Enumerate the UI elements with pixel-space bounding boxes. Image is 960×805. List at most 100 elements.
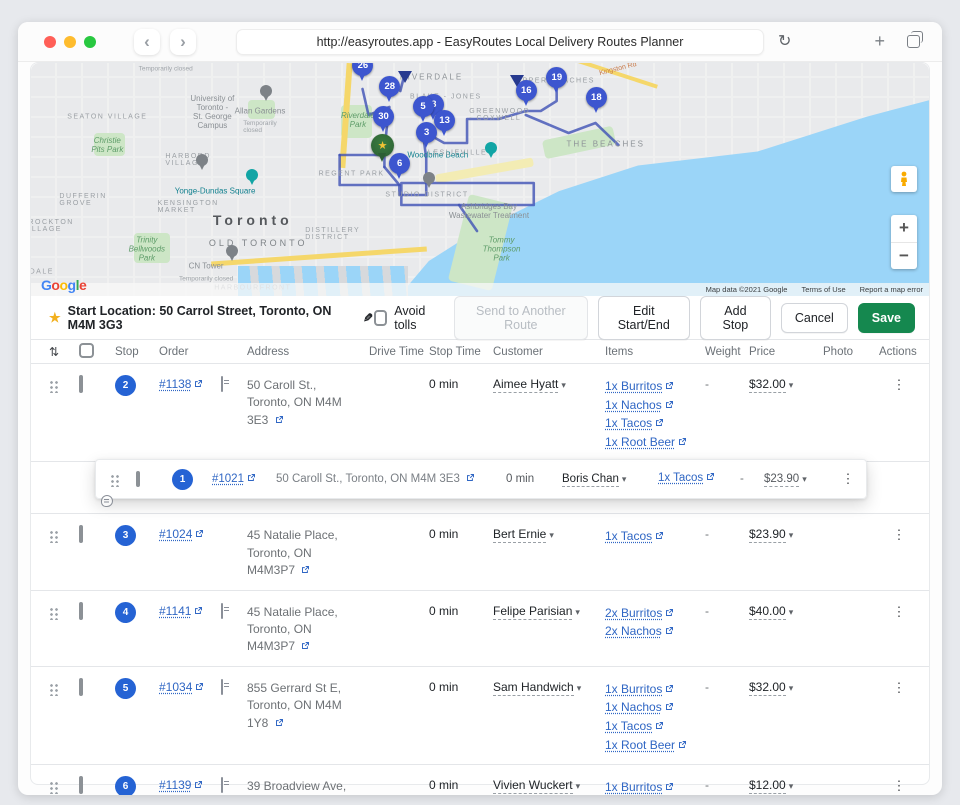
row-checkbox[interactable] <box>79 678 83 696</box>
edit-start-end-button[interactable]: Edit Start/End <box>598 296 690 340</box>
item-link[interactable]: 1x Tacos <box>605 529 652 543</box>
item-link[interactable]: 1x Nachos <box>605 700 662 714</box>
order-link[interactable]: #1139 <box>159 778 191 792</box>
row-checkbox[interactable] <box>136 471 140 487</box>
dragged-stop-row[interactable]: 1 #1021 50 Caroll St., Toronto, ON M4M 3… <box>95 459 867 499</box>
stop-pin-18[interactable]: 18 <box>586 87 607 108</box>
customer-dropdown[interactable]: Bert Ernie <box>493 527 546 543</box>
zoom-in-button[interactable]: + <box>891 215 917 243</box>
row-checkbox[interactable] <box>79 375 83 393</box>
stop-row-3[interactable]: 3 #1024 45 Natalie Place, Toronto, ON M4… <box>31 514 929 590</box>
tab-overview-icon[interactable] <box>907 35 920 48</box>
drag-handle[interactable] <box>49 607 58 620</box>
price-dropdown[interactable]: $23.90 <box>764 473 799 487</box>
price-dropdown[interactable]: $40.00 <box>749 604 786 620</box>
drag-handle[interactable] <box>49 781 58 794</box>
row-actions-kebab-icon[interactable]: ⋮ <box>879 778 919 794</box>
order-link[interactable]: #1024 <box>159 527 192 541</box>
item-link[interactable]: 1x Tacos <box>605 719 652 733</box>
row-actions-kebab-icon[interactable]: ⋮ <box>834 471 862 487</box>
stop-row-5[interactable]: 5 #1034 855 Gerrard St E, Toronto, ON M4… <box>31 667 929 765</box>
item-link[interactable]: 1x Root Beer <box>605 738 675 752</box>
drag-handle[interactable] <box>49 530 58 543</box>
order-link[interactable]: #1138 <box>159 377 191 391</box>
terms-of-use-link[interactable]: Terms of Use <box>801 285 845 294</box>
note-icon[interactable] <box>221 603 223 619</box>
note-icon[interactable] <box>221 376 223 392</box>
zoom-out-button[interactable]: − <box>891 243 917 270</box>
row-checkbox[interactable] <box>79 602 83 620</box>
row-actions-kebab-icon[interactable]: ⋮ <box>879 377 919 393</box>
grab-cursor-icon <box>101 495 113 507</box>
address-map-link[interactable] <box>272 716 284 730</box>
address-map-link[interactable] <box>298 639 310 653</box>
row-checkbox[interactable] <box>79 776 83 794</box>
sort-icon[interactable]: ⇅ <box>49 345 79 359</box>
stop-pin-16[interactable]: 16 <box>516 80 537 101</box>
reload-icon[interactable]: ↻ <box>778 31 791 51</box>
item-link[interactable]: 2x Burritos <box>605 606 662 620</box>
row-actions-kebab-icon[interactable]: ⋮ <box>879 680 919 696</box>
save-button[interactable]: Save <box>858 303 915 333</box>
stop-pin-30[interactable]: 30 <box>373 106 394 127</box>
price-dropdown[interactable]: $23.90 <box>749 527 786 543</box>
item-link[interactable]: 1x Burritos <box>605 682 662 696</box>
drag-handle[interactable] <box>49 683 58 696</box>
minimize-window-button[interactable] <box>64 36 76 48</box>
url-bar[interactable]: http://easyroutes.app - EasyRoutes Local… <box>236 29 764 55</box>
order-link[interactable]: #1021 <box>212 473 244 485</box>
order-link[interactable]: #1141 <box>159 604 191 618</box>
price-dropdown[interactable]: $32.00 <box>749 680 786 696</box>
row-actions-kebab-icon[interactable]: ⋮ <box>879 604 919 620</box>
item-link[interactable]: 1x Tacos <box>658 472 703 484</box>
item-link[interactable]: 1x Tacos <box>605 416 652 430</box>
price-dropdown[interactable]: $32.00 <box>749 377 786 393</box>
map-canvas[interactable]: RIVERDALEBLAKE - JONESUPPER BEACHESKings… <box>31 63 929 296</box>
note-icon[interactable] <box>221 777 223 793</box>
chevron-down-icon: ▾ <box>802 474 807 484</box>
pegman-button[interactable] <box>891 166 917 192</box>
item-link[interactable]: 1x Root Beer <box>605 435 675 449</box>
stop-pin-3[interactable]: 3 <box>416 122 437 143</box>
close-window-button[interactable] <box>44 36 56 48</box>
stop-pin-5[interactable]: 5 <box>413 96 434 117</box>
report-map-error-link[interactable]: Report a map error <box>860 285 923 294</box>
stop-pin-13[interactable]: 13 <box>434 110 455 131</box>
customer-dropdown[interactable]: Aimee Hyatt <box>493 377 558 393</box>
customer-dropdown[interactable]: Vivien Wuckert <box>493 778 573 794</box>
external-link-icon <box>678 740 687 749</box>
row-checkbox[interactable] <box>79 525 83 543</box>
stop-row-4[interactable]: 4 #1141 45 Natalie Place, Toronto, ON M4… <box>31 591 929 667</box>
address-map-link[interactable] <box>298 563 310 577</box>
back-button[interactable]: ‹ <box>134 29 160 55</box>
stop-row-6[interactable]: 6 #1139 39 Broadview Ave, Toronto, ON M3… <box>31 765 929 795</box>
start-location-pin[interactable]: ★ <box>371 134 394 157</box>
map-data-credit: Map data ©2021 Google <box>706 285 788 294</box>
external-link-icon <box>665 702 674 711</box>
send-to-another-route-button[interactable]: Send to Another Route <box>454 296 588 340</box>
new-tab-icon[interactable]: + <box>874 32 885 50</box>
customer-dropdown[interactable]: Boris Chan <box>562 473 619 487</box>
drag-handle[interactable] <box>49 380 58 393</box>
address-map-link[interactable] <box>272 413 284 427</box>
order-link[interactable]: #1034 <box>159 680 192 694</box>
item-link[interactable]: 1x Burritos <box>605 780 662 794</box>
item-link[interactable]: 1x Burritos <box>605 379 662 393</box>
cancel-button[interactable]: Cancel <box>781 303 848 333</box>
select-all-checkbox[interactable] <box>79 343 94 358</box>
weight-cell: - <box>705 377 749 391</box>
avoid-tolls-checkbox[interactable] <box>374 310 388 326</box>
row-actions-kebab-icon[interactable]: ⋮ <box>879 527 919 543</box>
add-stop-button[interactable]: Add Stop <box>700 296 771 340</box>
stop-row-2[interactable]: 2 #1138 50 Caroll St., Toronto, ON M4M 3… <box>31 364 929 462</box>
drag-handle[interactable] <box>110 474 119 487</box>
forward-button[interactable]: › <box>170 29 196 55</box>
price-dropdown[interactable]: $12.00 <box>749 778 786 794</box>
item-link[interactable]: 2x Nachos <box>605 624 662 638</box>
note-icon[interactable] <box>221 679 223 695</box>
customer-dropdown[interactable]: Sam Handwich <box>493 680 574 696</box>
customer-dropdown[interactable]: Felipe Parisian <box>493 604 572 620</box>
maximize-window-button[interactable] <box>84 36 96 48</box>
item-link[interactable]: 1x Nachos <box>605 398 662 412</box>
edit-pencil-icon[interactable]: ✎ <box>363 311 373 325</box>
